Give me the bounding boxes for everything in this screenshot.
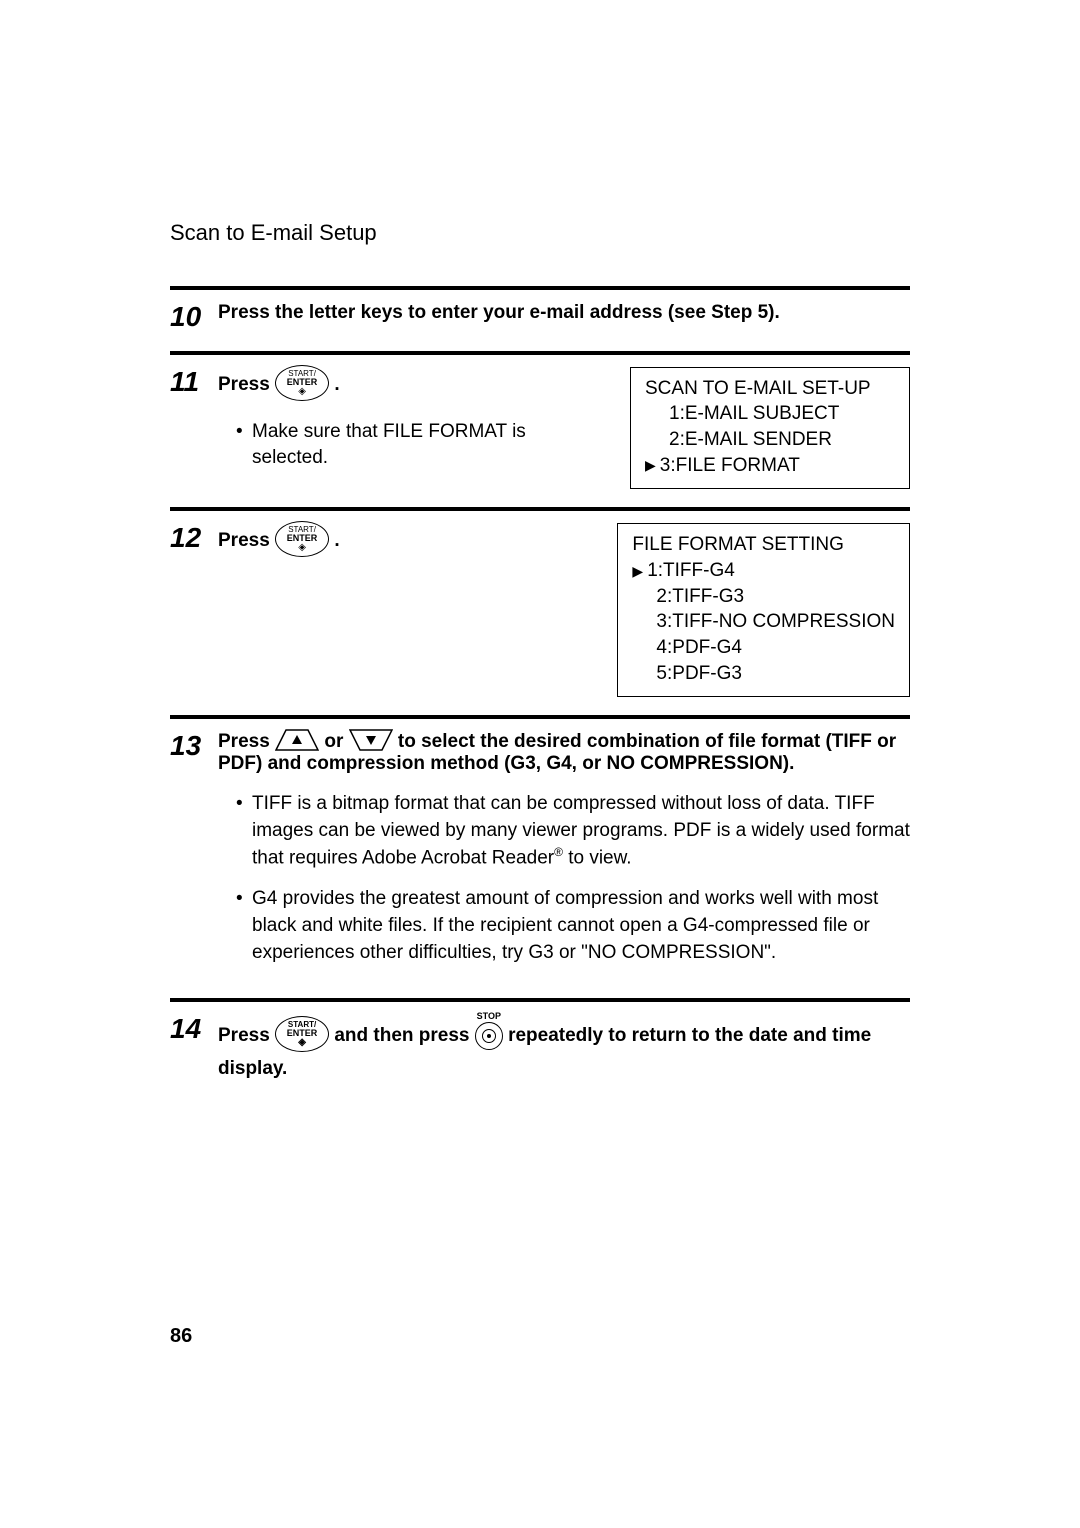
step-13-bullet-2: G4 provides the greatest amount of compr… — [236, 886, 910, 966]
lcd-line: 1:E-MAIL SUBJECT — [645, 401, 895, 427]
page-number: 86 — [170, 1325, 192, 1348]
page-title: Scan to E-mail Setup — [170, 220, 910, 246]
stop-button-icon: STOP — [475, 1012, 503, 1056]
registered-icon: ® — [554, 845, 563, 859]
period: . — [334, 530, 339, 551]
step-number: 14 — [170, 1014, 218, 1045]
step-number: 10 — [170, 302, 218, 333]
step-12: 12 Press START/ ENTER ◈ . FILE FORMAT SE… — [170, 523, 910, 697]
period: . — [334, 374, 339, 395]
start-enter-button-icon: START/ ENTER ◈ — [275, 521, 329, 557]
lcd-line: 5:PDF-G3 — [632, 661, 895, 687]
step-number: 13 — [170, 731, 218, 762]
divider — [170, 715, 910, 719]
lcd-line: 2:E-MAIL SENDER — [645, 427, 895, 453]
start-enter-button-icon: START/ ENTER ◈ — [275, 365, 329, 401]
step-13-bullet-1: TIFF is a bitmap format that can be comp… — [236, 791, 910, 872]
divider — [170, 507, 910, 511]
lcd-line: 3:TIFF-NO COMPRESSION — [632, 609, 895, 635]
lcd-panel: SCAN TO E-MAIL SET-UP 1:E-MAIL SUBJECT 2… — [630, 367, 910, 490]
press-label: Press — [218, 374, 270, 395]
step-10: 10 Press the letter keys to enter your e… — [170, 302, 910, 333]
step-14: 14 Press START/ ENTER ◈ and then press S… — [170, 1014, 910, 1080]
divider — [170, 998, 910, 1002]
triangle-right-icon: ▶ — [632, 562, 643, 581]
lcd-line: 2:TIFF-G3 — [632, 584, 895, 610]
lcd-line: 4:PDF-G4 — [632, 635, 895, 661]
step-10-text: Press the letter keys to enter your e-ma… — [218, 302, 780, 323]
lcd-title: FILE FORMAT SETTING — [632, 532, 895, 558]
start-enter-button-icon: START/ ENTER ◈ — [275, 1016, 329, 1052]
step-14-text: Press START/ ENTER ◈ and then press STOP… — [218, 1025, 871, 1079]
lcd-line-selected: ▶1:TIFF-G4 — [632, 558, 895, 584]
step-11-bullet: Make sure that FILE FORMAT is selected. — [236, 419, 600, 472]
divider — [170, 351, 910, 355]
divider — [170, 286, 910, 290]
step-number: 11 — [170, 367, 218, 398]
down-arrow-key-icon — [349, 729, 393, 751]
step-13: 13 Press or to select the desire — [170, 731, 910, 980]
step-13-lead: Press or to select the desired combinati… — [218, 731, 910, 775]
step-number: 12 — [170, 523, 218, 554]
press-label: Press — [218, 530, 270, 551]
step-11: 11 Press START/ ENTER ◈ . Make sure that… — [170, 367, 910, 490]
lcd-line-selected: ▶3:FILE FORMAT — [645, 453, 895, 479]
lcd-panel: FILE FORMAT SETTING ▶1:TIFF-G4 2:TIFF-G3… — [617, 523, 910, 697]
up-arrow-key-icon — [275, 729, 319, 751]
lcd-title: SCAN TO E-MAIL SET-UP — [645, 376, 895, 402]
triangle-right-icon: ▶ — [645, 456, 656, 475]
